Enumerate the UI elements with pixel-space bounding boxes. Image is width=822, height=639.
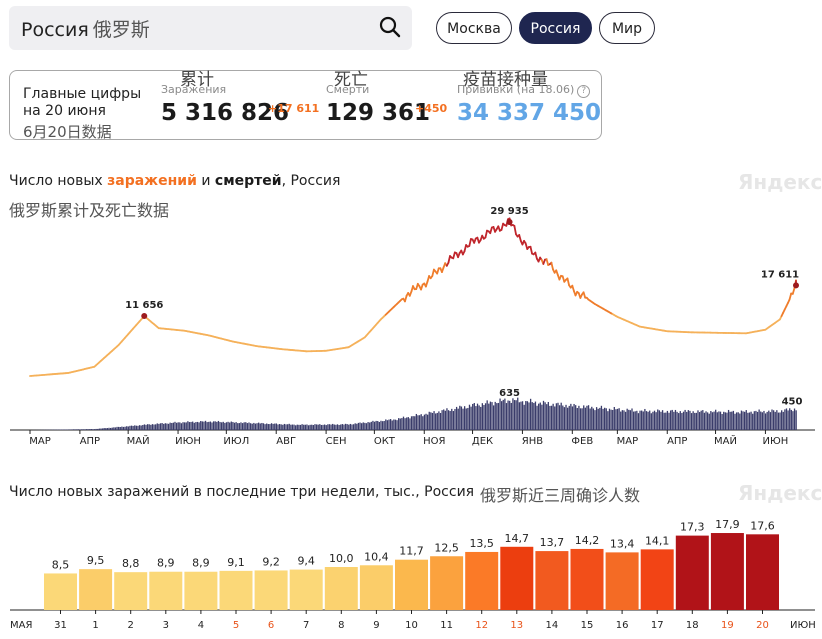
day-bar <box>640 549 674 610</box>
chart2-x-tick-label: 14 <box>546 620 559 631</box>
day-bar <box>605 552 639 610</box>
chart2-x-tick-label: 3 <box>163 620 169 631</box>
day-bar-value: 9,4 <box>297 555 315 568</box>
chart2-x-tick-label: 6 <box>268 620 274 631</box>
chart2-x-tick-label: 2 <box>128 620 134 631</box>
chart2-x-tick-label: 10 <box>405 620 418 631</box>
chart2-x-tick-label: 20 <box>756 620 769 631</box>
day-bar-value: 9,2 <box>262 555 280 568</box>
day-bar-value: 9,5 <box>87 554 105 567</box>
chart2-x-tick-label: 31 <box>54 620 67 631</box>
chart2-x-tick-label: 7 <box>303 620 309 631</box>
day-bar-value: 9,1 <box>227 556 245 569</box>
day-bar <box>465 551 499 610</box>
day-bar-value: 13,7 <box>540 536 565 549</box>
day-bar-value: 14,1 <box>645 534 670 547</box>
day-bar <box>570 548 604 610</box>
day-bar-value: 8,9 <box>192 557 210 570</box>
chart2-x-tick-label: 8 <box>338 620 344 631</box>
chart2-x-tick-label: 13 <box>510 620 523 631</box>
day-bar <box>675 535 709 610</box>
day-bar-value: 14,2 <box>575 534 600 547</box>
day-bar <box>254 570 288 610</box>
day-bar-value: 8,9 <box>157 557 175 570</box>
day-bar <box>710 533 744 610</box>
chart2-x-tick-label: 12 <box>475 620 488 631</box>
day-bar-value: 17,6 <box>750 519 775 532</box>
day-bar <box>44 573 77 610</box>
day-bar-value: 8,5 <box>52 558 70 571</box>
day-bar <box>114 572 148 610</box>
day-bar-value: 11,7 <box>399 545 424 558</box>
day-bar <box>500 546 534 610</box>
day-bar <box>395 559 428 610</box>
chart2-x-tick-label: 17 <box>651 620 664 631</box>
day-bar-value: 12,5 <box>434 541 459 554</box>
day-bar <box>184 571 218 610</box>
chart2-x-tick-label: 4 <box>198 620 204 631</box>
day-bar-value: 14,7 <box>505 532 530 545</box>
chart2-x-tick-label: 19 <box>721 620 734 631</box>
day-bar-value: 8,8 <box>122 557 140 570</box>
day-bar-value: 17,9 <box>715 518 740 531</box>
day-bar-value: 17,3 <box>680 521 705 534</box>
day-bar-value: 10,4 <box>364 550 389 563</box>
three-week-bar-chart: 8,5 31 9,5 1 8,8 2 8,9 3 8,9 4 9,1 5 9,2 6 9,4 7 10,0 8 10… <box>10 518 816 631</box>
chart2-x-tick-label: 18 <box>686 620 699 631</box>
day-bar <box>535 551 569 610</box>
chart2-x-tick-label: 15 <box>581 620 594 631</box>
day-bar <box>359 565 393 610</box>
chart2-x-tick-label: 5 <box>233 620 239 631</box>
day-bar-value: 10,0 <box>329 552 354 565</box>
chart2-edge-label-left: МАЯ <box>10 620 32 631</box>
day-bar <box>289 569 323 610</box>
day-bar <box>430 556 464 610</box>
chart2-edge-label-right: ИЮН <box>790 620 816 631</box>
chart2-x-tick-label: 11 <box>440 620 453 631</box>
chart2-x-tick-label: 16 <box>616 620 629 631</box>
day-bar <box>79 569 113 610</box>
day-bar-value: 13,4 <box>610 537 635 550</box>
day-bar <box>219 570 253 610</box>
day-bar <box>149 571 183 610</box>
day-bar-value: 13,5 <box>469 537 494 550</box>
chart2-x-tick-label: 1 <box>92 620 98 631</box>
day-bar <box>746 534 779 610</box>
day-bar <box>324 567 358 610</box>
chart2-x-tick-label: 9 <box>373 620 379 631</box>
